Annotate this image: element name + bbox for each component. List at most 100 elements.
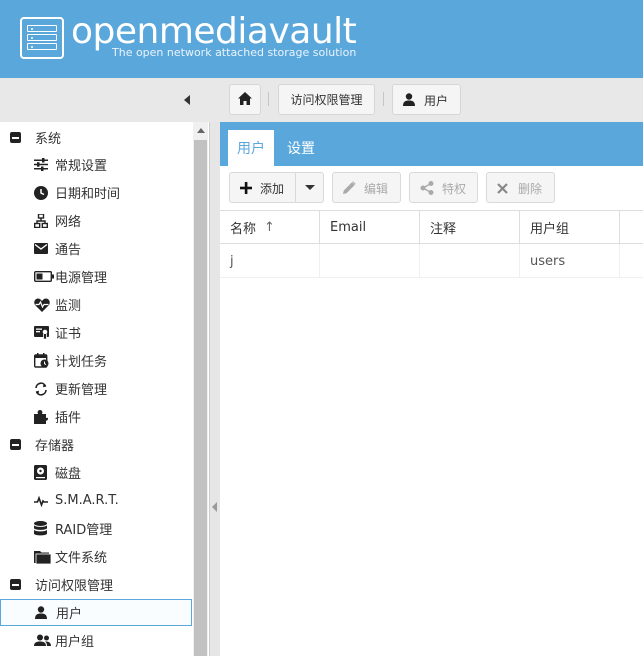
column-header-label: 注释	[430, 222, 457, 237]
sidebar-item-smart[interactable]: S.M.A.R.T.	[0, 487, 192, 514]
sidebar-item-label: 用户	[56, 607, 83, 622]
sidebar-item-power-management[interactable]: 电源管理	[0, 263, 192, 290]
sidebar-item-label: 日期和时间	[55, 187, 121, 202]
user-icon	[403, 93, 415, 109]
tab-users[interactable]: 用户	[228, 130, 274, 166]
sliders-icon	[34, 158, 48, 171]
sort-ascending-icon: ↑	[264, 220, 275, 235]
certificate-icon	[34, 325, 49, 340]
column-divider[interactable]	[419, 211, 420, 244]
column-header-name[interactable]: 名称 ↑	[220, 211, 320, 244]
sidebar-scrollbar-thumb[interactable]	[194, 140, 207, 656]
sidebar-item-label: 通告	[55, 243, 82, 258]
pencil-icon	[343, 181, 356, 194]
column-header-label: 用户组	[530, 222, 570, 237]
home-icon	[238, 91, 252, 108]
sidebar-item-general-settings[interactable]: 常规设置	[0, 151, 192, 178]
sidebar-item-label: 存储器	[35, 439, 75, 454]
cell-divider	[419, 244, 420, 278]
sidebar-group-access-rights[interactable]: 访问权限管理	[0, 571, 192, 598]
breadcrumb-label: 用户	[424, 94, 449, 108]
brand-tagline: The open network attached storage soluti…	[112, 46, 357, 59]
table-row-cell-name[interactable]: j	[220, 244, 320, 278]
column-divider[interactable]	[519, 211, 520, 244]
delete-button[interactable]: 删除	[486, 172, 555, 203]
users-icon	[34, 634, 51, 647]
column-header-label: 名称	[230, 222, 257, 237]
table-row-cell-comment[interactable]	[420, 244, 520, 278]
edit-button[interactable]: 编辑	[332, 172, 401, 203]
tab-settings[interactable]: 设置	[280, 130, 322, 166]
column-header-label: Email	[330, 220, 367, 235]
breadcrumb-separator	[383, 92, 384, 106]
sidebar-group-storage[interactable]: 存储器	[0, 431, 192, 458]
envelope-icon	[34, 243, 48, 254]
sidebar-item-groups[interactable]: 用户组	[0, 627, 192, 654]
sidebar-item-filesystems[interactable]: 文件系统	[0, 543, 192, 570]
collapse-sidebar-icon[interactable]	[184, 95, 190, 105]
sidebar-item-disks[interactable]: 磁盘	[0, 459, 192, 486]
sidebar-item-certificates[interactable]: 证书	[0, 319, 192, 346]
add-button-label: 添加	[260, 182, 285, 196]
table-row-separator	[220, 277, 643, 278]
database-icon	[34, 521, 47, 536]
table-row-cell-email[interactable]	[320, 244, 420, 278]
logo-icon	[20, 17, 64, 59]
sidebar-item-label: S.M.A.R.T.	[55, 493, 119, 508]
sidebar-item-label: 监测	[55, 299, 82, 314]
caret-down-icon	[304, 185, 315, 190]
sidebar-item-plugins[interactable]: 插件	[0, 403, 192, 430]
close-icon	[497, 183, 508, 194]
add-button[interactable]: 添加	[229, 172, 296, 203]
add-dropdown-button[interactable]	[295, 172, 324, 203]
puzzle-icon	[34, 409, 48, 424]
scroll-up-icon[interactable]	[197, 128, 205, 133]
sidebar-item-network[interactable]: 网络	[0, 207, 192, 234]
sidebar-item-label: 电源管理	[55, 271, 108, 286]
column-divider[interactable]	[619, 211, 620, 244]
sidebar-item-notification[interactable]: 通告	[0, 235, 192, 262]
breadcrumb-item-access[interactable]: 访问权限管理	[278, 84, 375, 115]
heartbeat-icon	[34, 298, 50, 312]
sidebar-item-scheduled-tasks[interactable]: 计划任务	[0, 347, 192, 374]
sidebar-item-users[interactable]: 用户	[0, 599, 192, 626]
sidebar-group-system[interactable]: 系统	[0, 124, 192, 151]
sidebar-item-date-time[interactable]: 日期和时间	[0, 179, 192, 206]
breadcrumb-home-button[interactable]	[229, 84, 261, 115]
sidebar-item-label: 系统	[35, 132, 62, 147]
privileges-button[interactable]: 特权	[409, 172, 478, 203]
breadcrumb-item-user[interactable]: 用户	[392, 84, 461, 115]
collapse-icon[interactable]	[10, 132, 21, 143]
collapse-icon[interactable]	[10, 579, 21, 590]
sidebar-item-label: 用户组	[55, 635, 95, 650]
column-divider[interactable]	[319, 211, 320, 244]
sidebar-item-label: 网络	[55, 215, 82, 230]
sidebar-item-label: 常规设置	[55, 159, 108, 174]
calendar-clock-icon	[34, 353, 49, 368]
sidebar-item-label: 访问权限管理	[35, 579, 114, 594]
network-icon	[34, 213, 48, 228]
edit-button-label: 编辑	[364, 182, 389, 196]
share-icon	[420, 181, 434, 195]
app-header: openmediavault The open network attached…	[0, 0, 643, 78]
sidebar-item-label: RAID管理	[55, 523, 113, 538]
sidebar-item-raid[interactable]: RAID管理	[0, 515, 192, 542]
sidebar-item-label: 磁盘	[55, 467, 82, 482]
collapse-icon[interactable]	[10, 439, 21, 450]
folder-icon	[34, 550, 51, 564]
column-header-comment[interactable]: 注释	[420, 211, 520, 244]
cell-divider	[519, 244, 520, 278]
delete-button-label: 删除	[518, 182, 543, 196]
column-header-groups[interactable]: 用户组	[520, 211, 620, 244]
panel-splitter[interactable]	[210, 122, 220, 656]
column-header-email[interactable]: Email	[320, 211, 420, 244]
breadcrumb-separator	[268, 92, 269, 106]
sidebar-item-update-management[interactable]: 更新管理	[0, 375, 192, 402]
refresh-icon	[34, 381, 48, 396]
collapse-panel-icon[interactable]	[212, 502, 217, 512]
sidebar-item-label: 插件	[55, 411, 82, 426]
clock-icon	[34, 185, 48, 200]
table-row-cell-groups[interactable]: users	[520, 244, 620, 278]
sidebar-item-label: 证书	[55, 327, 82, 342]
sidebar-item-monitoring[interactable]: 监测	[0, 291, 192, 318]
